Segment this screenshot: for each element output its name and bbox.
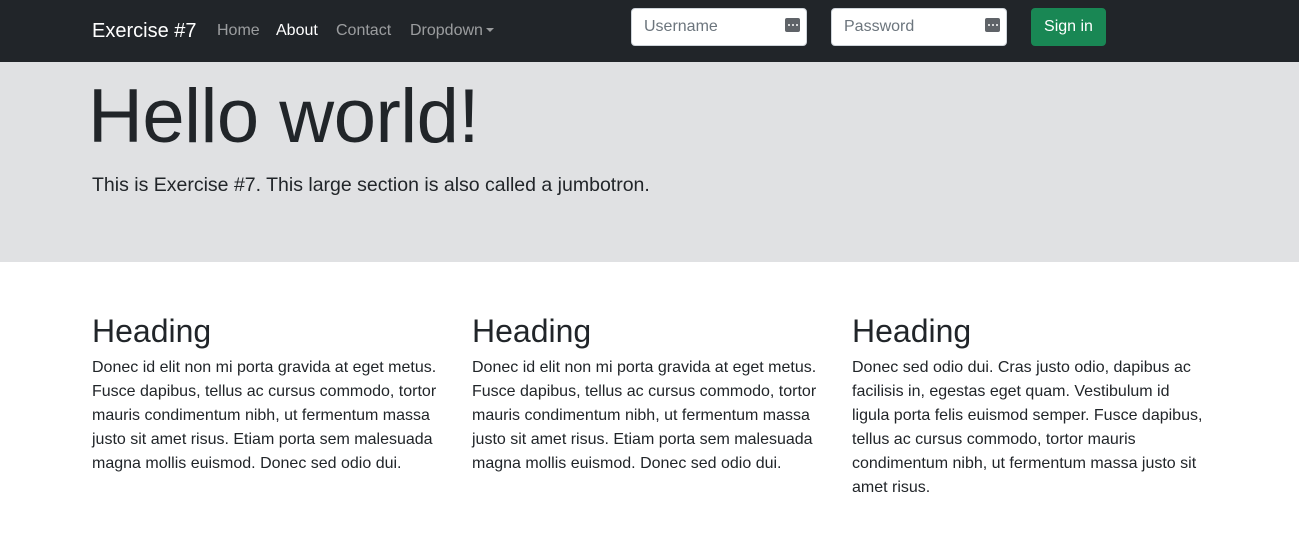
username-input[interactable] bbox=[632, 9, 806, 45]
password-key-icon[interactable] bbox=[785, 18, 800, 32]
nav-link-home[interactable]: Home bbox=[217, 21, 260, 41]
column-heading: Heading bbox=[472, 313, 592, 349]
jumbotron-title: Hello world! bbox=[88, 74, 480, 159]
navbar-brand[interactable]: Exercise #7 bbox=[92, 19, 197, 43]
nav-dropdown-label: Dropdown bbox=[410, 22, 483, 39]
content-column-2: Heading Donec id elit non mi porta gravi… bbox=[472, 312, 832, 476]
nav-link-contact[interactable]: Contact bbox=[336, 21, 391, 41]
column-text: Donec id elit non mi porta gravida at eg… bbox=[92, 359, 437, 472]
column-heading: Heading bbox=[92, 313, 212, 349]
password-field-wrapper bbox=[831, 8, 1007, 46]
content-column-1: Heading Donec id elit non mi porta gravi… bbox=[92, 312, 452, 476]
sign-in-button[interactable]: Sign in bbox=[1031, 8, 1106, 46]
password-input[interactable] bbox=[832, 9, 1006, 45]
nav-link-about[interactable]: About bbox=[276, 21, 318, 41]
username-field-wrapper bbox=[631, 8, 807, 46]
content-column-3: Heading Donec sed odio dui. Cras justo o… bbox=[852, 312, 1207, 500]
password-key-icon[interactable] bbox=[985, 18, 1000, 32]
column-text: Donec sed odio dui. Cras justo odio, dap… bbox=[852, 359, 1203, 496]
jumbotron-lead: This is Exercise #7. This large section … bbox=[92, 174, 650, 196]
jumbotron: Hello world! This is Exercise #7. This l… bbox=[0, 62, 1299, 262]
column-heading: Heading bbox=[852, 313, 972, 349]
nav-dropdown-toggle[interactable]: Dropdown bbox=[410, 21, 494, 41]
column-text: Donec id elit non mi porta gravida at eg… bbox=[472, 359, 817, 472]
caret-down-icon bbox=[485, 27, 494, 32]
navbar: Exercise #7 Home About Contact Dropdown … bbox=[0, 0, 1299, 62]
